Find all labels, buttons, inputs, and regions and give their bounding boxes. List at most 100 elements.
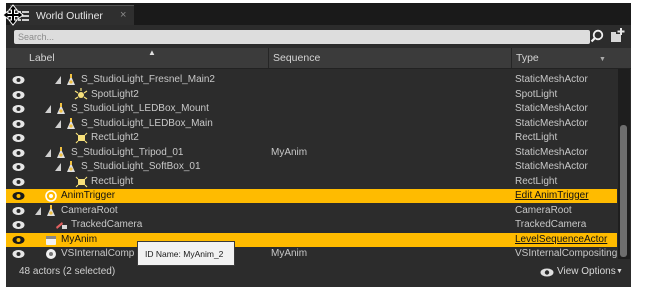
row-label: RectLight2 — [91, 132, 139, 143]
row-label: S_StudioLight_LEDBox_Mount — [71, 103, 209, 114]
visibility-eye-icon[interactable] — [12, 133, 25, 143]
tree-row[interactable]: TrackedCamera TrackedCamera — [6, 218, 617, 232]
tree-row[interactable]: S_StudioLight_LEDBox_Main StaticMeshActor — [6, 117, 617, 131]
visibility-eye-icon[interactable] — [12, 249, 25, 259]
mesh-actor-icon — [64, 117, 78, 131]
row-label: AnimTrigger — [61, 190, 116, 201]
visibility-eye-icon[interactable] — [12, 191, 25, 201]
row-label: S_StudioLight_SoftBox_01 — [81, 161, 201, 172]
visibility-eye-icon[interactable] — [12, 177, 25, 187]
column-divider[interactable] — [268, 48, 269, 68]
tree-row[interactable]: AnimTrigger Edit AnimTrigger — [6, 189, 617, 203]
outliner-tree: S_StudioLight_Fresnel_Main2 StaticMeshAct… — [6, 69, 617, 259]
row-label: S_StudioLight_Fresnel_Main2 — [81, 74, 215, 85]
tree-row[interactable]: S_StudioLight_Fresnel_Main2 StaticMeshAct… — [6, 73, 617, 87]
column-divider[interactable] — [511, 48, 512, 68]
view-options-label: View Options — [557, 266, 616, 277]
row-type: RectLight — [515, 175, 558, 187]
visibility-eye-icon[interactable] — [12, 162, 25, 172]
row-label: SpotLight2 — [91, 88, 139, 100]
row-type: StaticMeshActor — [515, 117, 588, 129]
status-bar: 48 actors (2 selected) View Options ▼ — [6, 261, 631, 287]
tree-row[interactable]: MyAnim LevelSequenceActor — [6, 232, 617, 247]
mesh-actor-icon — [54, 146, 68, 160]
visibility-eye-icon[interactable] — [12, 90, 25, 100]
rect-light-icon — [74, 175, 88, 189]
view-options-button[interactable]: View Options ▼ — [540, 265, 630, 281]
search-input[interactable] — [14, 30, 590, 44]
camera-icon — [54, 218, 68, 232]
expand-arrow-icon[interactable] — [44, 104, 52, 114]
trigger-icon — [44, 189, 58, 203]
sequence-column-header[interactable]: Sequence — [273, 52, 320, 64]
row-label: RectLight — [91, 175, 134, 187]
vertical-scrollbar[interactable] — [618, 69, 630, 259]
visibility-eye-icon[interactable] — [12, 104, 25, 114]
row-label: VSInternalComp — [61, 248, 135, 259]
level-sequence-icon — [44, 233, 58, 247]
column-header: Label ▲ Sequence Type ▼ — [6, 48, 631, 69]
row-type: VSInternalCompositing — [515, 248, 617, 259]
row-label: TrackedCamera — [71, 219, 143, 230]
compositing-icon — [44, 247, 58, 259]
title-bar: World Outliner × — [6, 3, 631, 25]
visibility-eye-icon[interactable] — [12, 220, 25, 230]
row-type: StaticMeshActor — [515, 103, 588, 114]
row-sequence: MyAnim — [271, 146, 308, 158]
add-folder-icon[interactable] — [609, 28, 625, 43]
mesh-actor-icon — [64, 73, 78, 87]
row-type[interactable]: LevelSequenceActor — [515, 234, 607, 245]
move-cursor-icon — [2, 4, 24, 26]
expand-arrow-icon[interactable] — [54, 75, 62, 85]
tree-row[interactable]: S_StudioLight_SoftBox_01 StaticMeshActor — [6, 160, 617, 174]
close-tab-button[interactable]: × — [120, 9, 126, 21]
mesh-actor-icon — [64, 160, 78, 174]
world-outliner-panel: Label ▲ Sequence Type ▼ S_StudioLight_Fr… — [6, 25, 631, 287]
mesh-actor-icon — [54, 102, 68, 116]
row-type: CameraRoot — [515, 204, 572, 216]
visibility-eye-icon[interactable] — [12, 206, 25, 216]
chevron-down-icon: ▼ — [616, 268, 623, 275]
tree-row[interactable]: VSInternalComp MyAnim VSInternalCompositin… — [6, 247, 617, 259]
actor-count: 48 actors (2 selected) — [19, 266, 116, 277]
rect-light-icon — [74, 131, 88, 145]
type-filter-dropdown-icon[interactable]: ▼ — [599, 56, 606, 63]
row-label: S_StudioLight_LEDBox_Main — [81, 117, 213, 129]
type-column-header[interactable]: Type — [516, 52, 539, 64]
tree-row[interactable]: RectLight2 RectLight — [6, 131, 617, 145]
row-type: StaticMeshActor — [515, 74, 588, 85]
tree-row[interactable]: S_StudioLight_LEDBox_Mount StaticMeshActo… — [6, 102, 617, 116]
visibility-eye-icon[interactable] — [12, 75, 25, 85]
row-label: CameraRoot — [61, 204, 118, 216]
row-type: RectLight — [515, 132, 558, 143]
row-type: StaticMeshActor — [515, 161, 588, 172]
visibility-eye-icon[interactable] — [12, 235, 25, 245]
sort-ascending-icon[interactable]: ▲ — [148, 48, 156, 57]
expand-arrow-icon[interactable] — [34, 206, 42, 216]
tab-title: World Outliner — [36, 10, 103, 22]
visibility-eye-icon[interactable] — [12, 148, 25, 158]
row-label: MyAnim — [61, 233, 98, 245]
label-column-header[interactable]: Label — [29, 52, 55, 64]
expand-arrow-icon[interactable] — [54, 162, 62, 172]
spot-light-icon — [74, 87, 88, 102]
tooltip: ID Name: MyAnim_2 — [137, 241, 235, 266]
tree-row[interactable]: S_StudioLight_Tripod_01 MyAnim StaticMeshA… — [6, 146, 617, 160]
row-sequence: MyAnim — [271, 248, 308, 259]
tooltip-text: ID Name: MyAnim_2 — [145, 249, 224, 259]
visibility-eye-icon[interactable] — [12, 119, 25, 129]
tree-row[interactable]: SpotLight2 SpotLight — [6, 87, 617, 102]
expand-arrow-icon[interactable] — [54, 119, 62, 129]
eye-icon — [540, 268, 554, 277]
row-label: S_StudioLight_Tripod_01 — [71, 146, 184, 158]
tab-world-outliner[interactable]: World Outliner × — [10, 5, 134, 25]
expand-arrow-icon[interactable] — [44, 148, 52, 158]
tree-row[interactable]: RectLight RectLight — [6, 175, 617, 189]
mesh-actor-icon — [44, 204, 58, 218]
row-type[interactable]: Edit AnimTrigger — [515, 190, 589, 201]
row-type: SpotLight — [515, 88, 558, 100]
row-type: StaticMeshActor — [515, 146, 588, 158]
tree-row[interactable]: CameraRoot CameraRoot — [6, 204, 617, 218]
scrollbar-thumb[interactable] — [620, 125, 627, 257]
search-icon[interactable] — [590, 29, 604, 43]
